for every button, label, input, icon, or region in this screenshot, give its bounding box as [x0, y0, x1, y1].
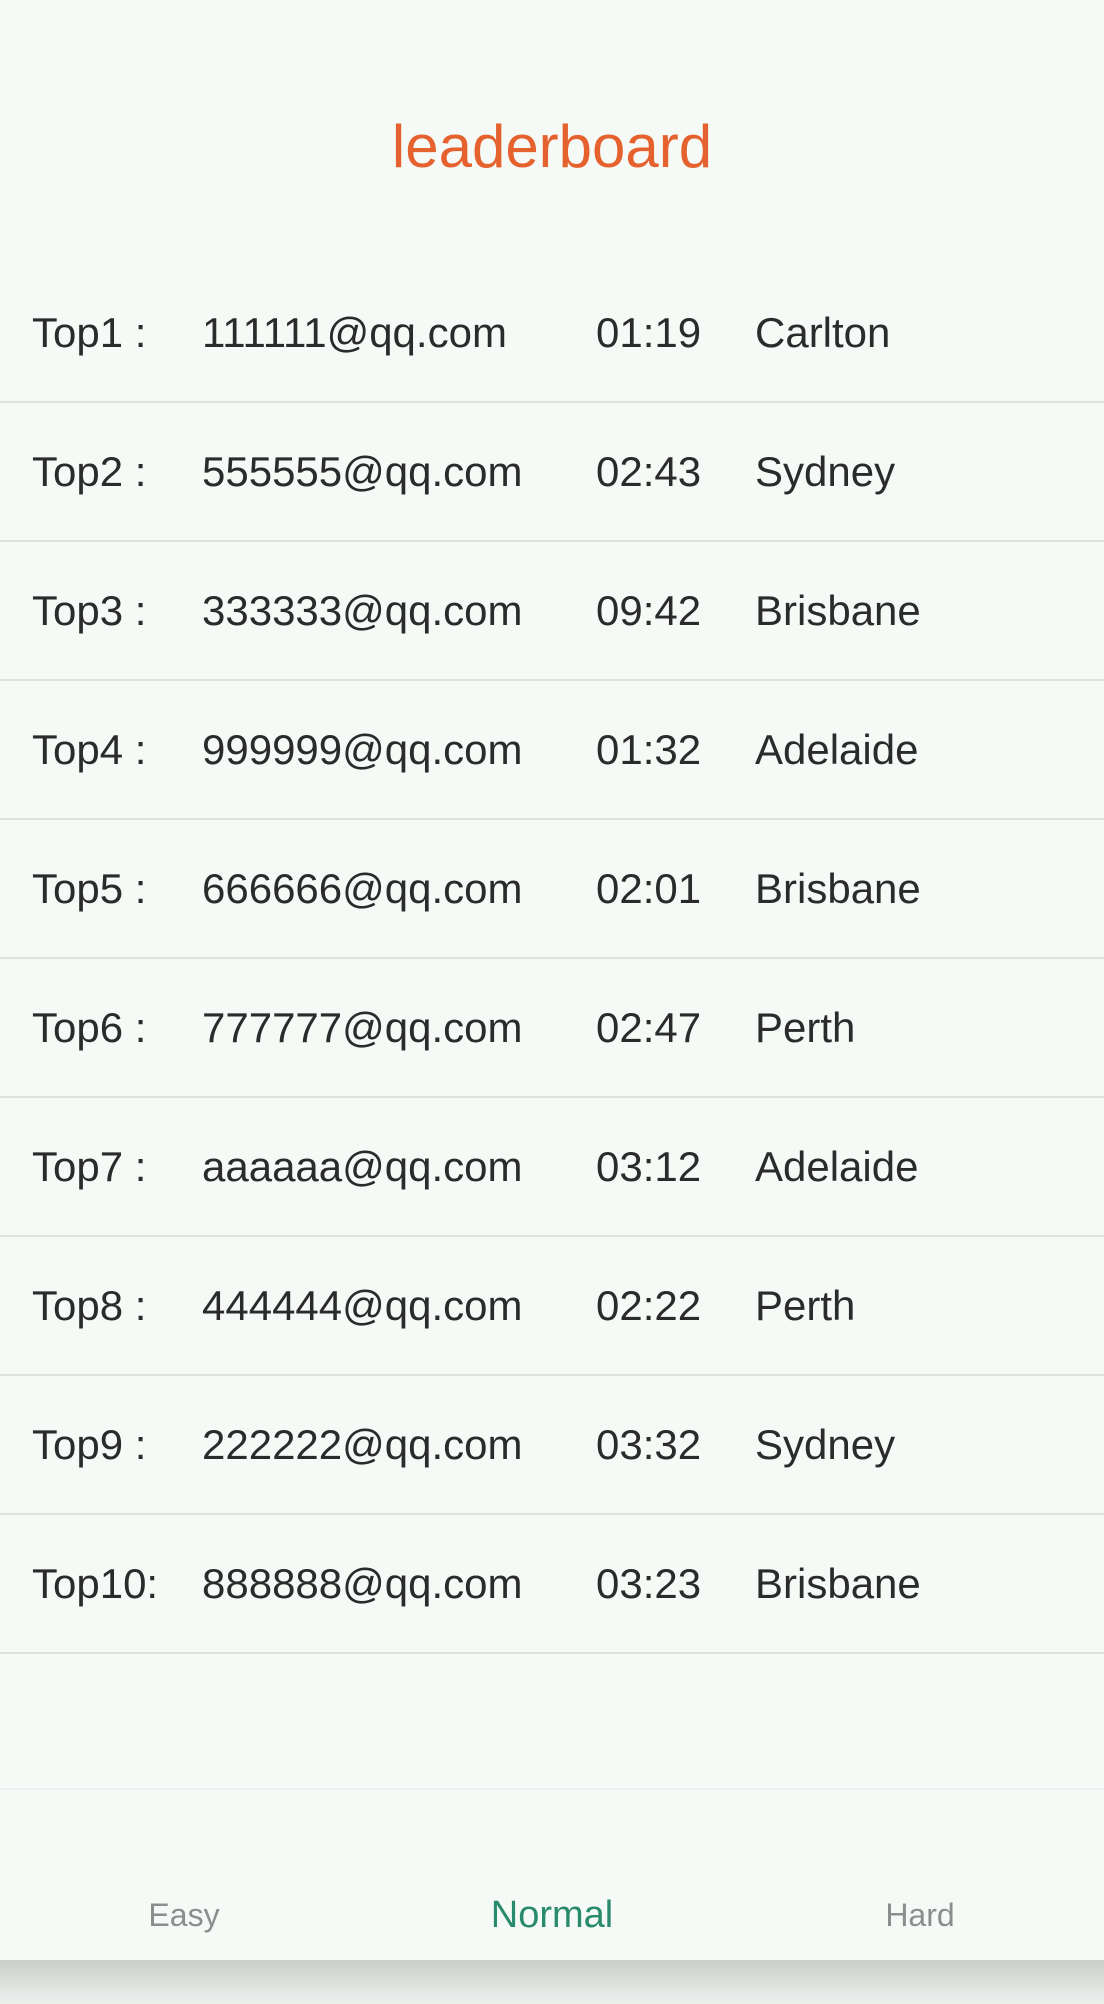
- leaderboard-row[interactable]: Top9 : 222222@qq.com 03:32 Sydney: [0, 1376, 1104, 1515]
- rank-label: Top1 :: [32, 308, 147, 356]
- player-city: Adelaide: [755, 725, 919, 773]
- rank-label: Top10:: [32, 1559, 159, 1607]
- completion-time: 02:01: [596, 864, 702, 912]
- leaderboard-row[interactable]: Top2 : 555555@qq.com 02:43 Sydney: [0, 403, 1104, 542]
- rank-label: Top4 :: [32, 725, 147, 773]
- leaderboard-row[interactable]: Top4 : 999999@qq.com 01:32 Adelaide: [0, 681, 1104, 820]
- completion-time: 03:12: [596, 1142, 702, 1190]
- rank-label: Top3 :: [32, 586, 147, 634]
- leaderboard-row[interactable]: Top6 : 777777@qq.com 02:47 Perth: [0, 959, 1104, 1098]
- completion-time: 02:43: [596, 447, 702, 495]
- completion-time: 02:47: [596, 1003, 702, 1051]
- tab-normal[interactable]: Normal: [368, 1870, 736, 1960]
- player-city: Brisbane: [755, 586, 921, 634]
- completion-time: 01:32: [596, 725, 702, 773]
- player-email: aaaaaa@qq.com: [202, 1142, 523, 1190]
- leaderboard-row[interactable]: Top7 : aaaaaa@qq.com 03:12 Adelaide: [0, 1098, 1104, 1237]
- divider: [0, 1788, 1104, 1790]
- player-city: Brisbane: [755, 1559, 921, 1607]
- player-email: 777777@qq.com: [202, 1003, 523, 1051]
- leaderboard-row[interactable]: Top8 : 444444@qq.com 02:22 Perth: [0, 1237, 1104, 1376]
- player-email: 222222@qq.com: [202, 1420, 523, 1468]
- player-email: 999999@qq.com: [202, 725, 523, 773]
- player-email: 666666@qq.com: [202, 864, 523, 912]
- leaderboard-row[interactable]: Top3 : 333333@qq.com 09:42 Brisbane: [0, 542, 1104, 681]
- player-city: Sydney: [755, 1420, 896, 1468]
- player-email: 333333@qq.com: [202, 586, 523, 634]
- tab-hard[interactable]: Hard: [736, 1870, 1104, 1960]
- difficulty-tab-bar: Easy Normal Hard: [0, 1870, 1104, 1960]
- leaderboard-list: Top1 : 111111@qq.com 01:19 Carlton Top2 : 555…: [0, 264, 1104, 1654]
- leaderboard-row[interactable]: Top5 : 666666@qq.com 02:01 Brisbane: [0, 820, 1104, 959]
- player-city: Brisbane: [755, 864, 921, 912]
- bottom-shadow: [0, 1960, 1104, 2004]
- player-email: 111111@qq.com: [202, 308, 507, 356]
- completion-time: 03:32: [596, 1420, 702, 1468]
- player-email: 444444@qq.com: [202, 1281, 523, 1329]
- player-city: Adelaide: [755, 1142, 919, 1190]
- player-email: 888888@qq.com: [202, 1559, 523, 1607]
- rank-label: Top6 :: [32, 1003, 147, 1051]
- rank-label: Top2 :: [32, 447, 147, 495]
- page-title: leaderboard: [391, 113, 713, 180]
- rank-label: Top9 :: [32, 1420, 147, 1468]
- completion-time: 01:19: [596, 308, 702, 356]
- completion-time: 03:23: [596, 1559, 702, 1607]
- rank-label: Top8 :: [32, 1281, 147, 1329]
- completion-time: 02:22: [596, 1281, 702, 1329]
- player-email: 555555@qq.com: [202, 447, 523, 495]
- player-city: Perth: [755, 1003, 856, 1051]
- leaderboard-row[interactable]: Top1 : 111111@qq.com 01:19 Carlton: [0, 264, 1104, 403]
- player-city: Carlton: [755, 308, 891, 356]
- rank-label: Top5 :: [32, 864, 147, 912]
- player-city: Perth: [755, 1281, 856, 1329]
- completion-time: 09:42: [596, 586, 702, 634]
- tab-easy[interactable]: Easy: [0, 1870, 368, 1960]
- rank-label: Top7 :: [32, 1142, 147, 1190]
- leaderboard-row[interactable]: Top10: 888888@qq.com 03:23 Brisbane: [0, 1515, 1104, 1654]
- player-city: Sydney: [755, 447, 896, 495]
